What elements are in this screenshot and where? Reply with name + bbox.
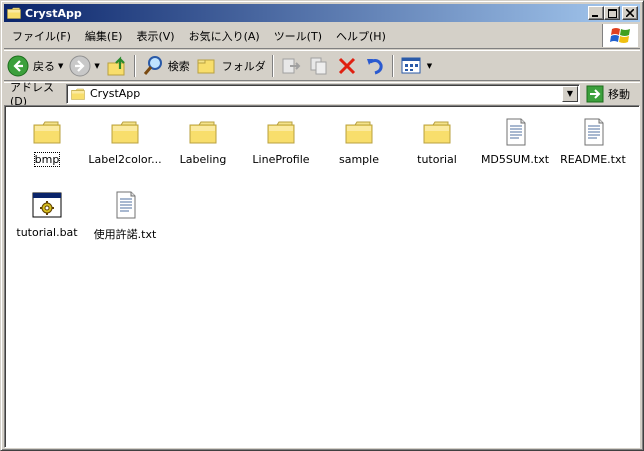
up-folder-button[interactable] (103, 53, 131, 79)
undo-icon (366, 58, 383, 74)
folders-button[interactable]: フォルダ (193, 53, 269, 79)
folder-icon (109, 116, 141, 148)
file-item[interactable]: README.txt (554, 116, 632, 166)
file-name: 使用許諾.txt (93, 228, 157, 241)
folder-icon (31, 116, 63, 148)
copy-to-button[interactable] (305, 53, 333, 79)
go-label: 移動 (608, 87, 630, 101)
folder-icon (70, 86, 86, 102)
title-bar[interactable]: CrystApp (4, 4, 640, 22)
forward-button[interactable]: ▼ (66, 53, 102, 79)
forward-arrow-icon (69, 55, 91, 76)
toolbar-separator (133, 54, 136, 77)
back-arrow-icon (7, 55, 29, 76)
file-item[interactable]: Labeling (164, 116, 242, 166)
file-name: sample (339, 153, 379, 166)
back-label: 戻る (33, 59, 55, 73)
menu-tools[interactable]: ツール(T) (268, 28, 328, 44)
file-name: README.txt (560, 153, 626, 166)
address-label: アドレス(D) (10, 81, 54, 108)
minimize-icon (592, 15, 598, 17)
text-file-icon (499, 116, 531, 148)
chevron-down-icon: ▼ (566, 89, 574, 98)
file-item[interactable]: sample (320, 116, 398, 166)
file-item[interactable]: bmp (8, 116, 86, 167)
delete-button[interactable] (333, 53, 361, 79)
file-view[interactable]: bmp Label2color... Labeling LineProfile … (4, 105, 640, 448)
menu-bar: ファイル(F) 編集(E) 表示(V) お気に入り(A) ツール(T) ヘルプ(… (4, 23, 640, 49)
window-title: CrystApp (25, 6, 82, 20)
folder-icon (421, 116, 453, 148)
toolbar-separator (391, 54, 394, 77)
text-file-icon (577, 116, 609, 148)
menu-file[interactable]: ファイル(F) (6, 28, 77, 44)
close-icon (626, 9, 634, 17)
file-name: MD5SUM.txt (480, 153, 550, 166)
back-dropdown-icon[interactable]: ▼ (58, 62, 63, 70)
folder-icon (187, 116, 219, 148)
file-name: Label2color... (88, 153, 162, 166)
batch-file-icon (31, 189, 63, 221)
address-bar: アドレス(D) CrystApp ▼ 移動 (4, 81, 640, 108)
views-dropdown-icon[interactable]: ▼ (427, 62, 432, 70)
folders-label: フォルダ (221, 59, 266, 73)
address-input[interactable]: CrystApp ▼ (66, 83, 580, 104)
address-dropdown-button[interactable]: ▼ (562, 85, 578, 102)
file-item[interactable]: tutorial.bat (8, 189, 86, 239)
minimize-button[interactable] (588, 6, 604, 20)
maximize-icon (607, 8, 617, 18)
folders-icon (197, 59, 215, 73)
move-to-icon (282, 58, 301, 73)
undo-button[interactable] (361, 53, 389, 79)
folder-icon (265, 116, 297, 148)
address-value: CrystApp (90, 87, 141, 100)
menu-view[interactable]: 表示(V) (130, 28, 180, 44)
windows-logo-icon (602, 24, 638, 47)
file-item[interactable]: tutorial (398, 116, 476, 166)
go-arrow-icon (586, 85, 604, 102)
search-label: 検索 (167, 59, 190, 73)
folder-icon (343, 116, 375, 148)
menu-edit[interactable]: 編集(E) (79, 28, 129, 44)
file-item[interactable]: Label2color... (86, 116, 164, 166)
up-folder-icon (107, 55, 125, 75)
delete-icon (338, 57, 355, 74)
file-item[interactable]: MD5SUM.txt (476, 116, 554, 166)
search-icon (143, 55, 162, 75)
maximize-button[interactable] (604, 6, 620, 20)
views-button[interactable]: ▼ (397, 53, 435, 79)
folder-icon (6, 5, 22, 21)
views-icon (401, 57, 421, 73)
forward-dropdown-icon[interactable]: ▼ (94, 62, 99, 70)
file-name: tutorial.bat (16, 226, 78, 239)
file-name: bmp (33, 152, 61, 167)
menu-help[interactable]: ヘルプ(H) (330, 28, 392, 44)
file-name: tutorial (417, 153, 457, 166)
file-item[interactable]: LineProfile (242, 116, 320, 166)
move-to-button[interactable] (277, 53, 305, 79)
file-name: Labeling (179, 153, 227, 166)
search-button[interactable]: 検索 (139, 53, 193, 79)
explorer-window: CrystApp ファイル(F) 編集(E) 表示(V) お気に入り(A) ツー… (0, 0, 644, 451)
file-name: LineProfile (252, 153, 310, 166)
text-file-icon (109, 189, 141, 221)
copy-to-icon (310, 57, 327, 74)
toolbar-separator (271, 54, 274, 77)
menu-favorites[interactable]: お気に入り(A) (183, 28, 266, 44)
go-button[interactable]: 移動 (586, 85, 630, 103)
close-button[interactable] (622, 6, 638, 20)
back-button[interactable]: 戻る ▼ (4, 53, 66, 79)
file-item[interactable]: 使用許諾.txt (86, 189, 164, 242)
toolbar: 戻る ▼ ▼ 検索 フォルダ ▼ (4, 50, 640, 81)
